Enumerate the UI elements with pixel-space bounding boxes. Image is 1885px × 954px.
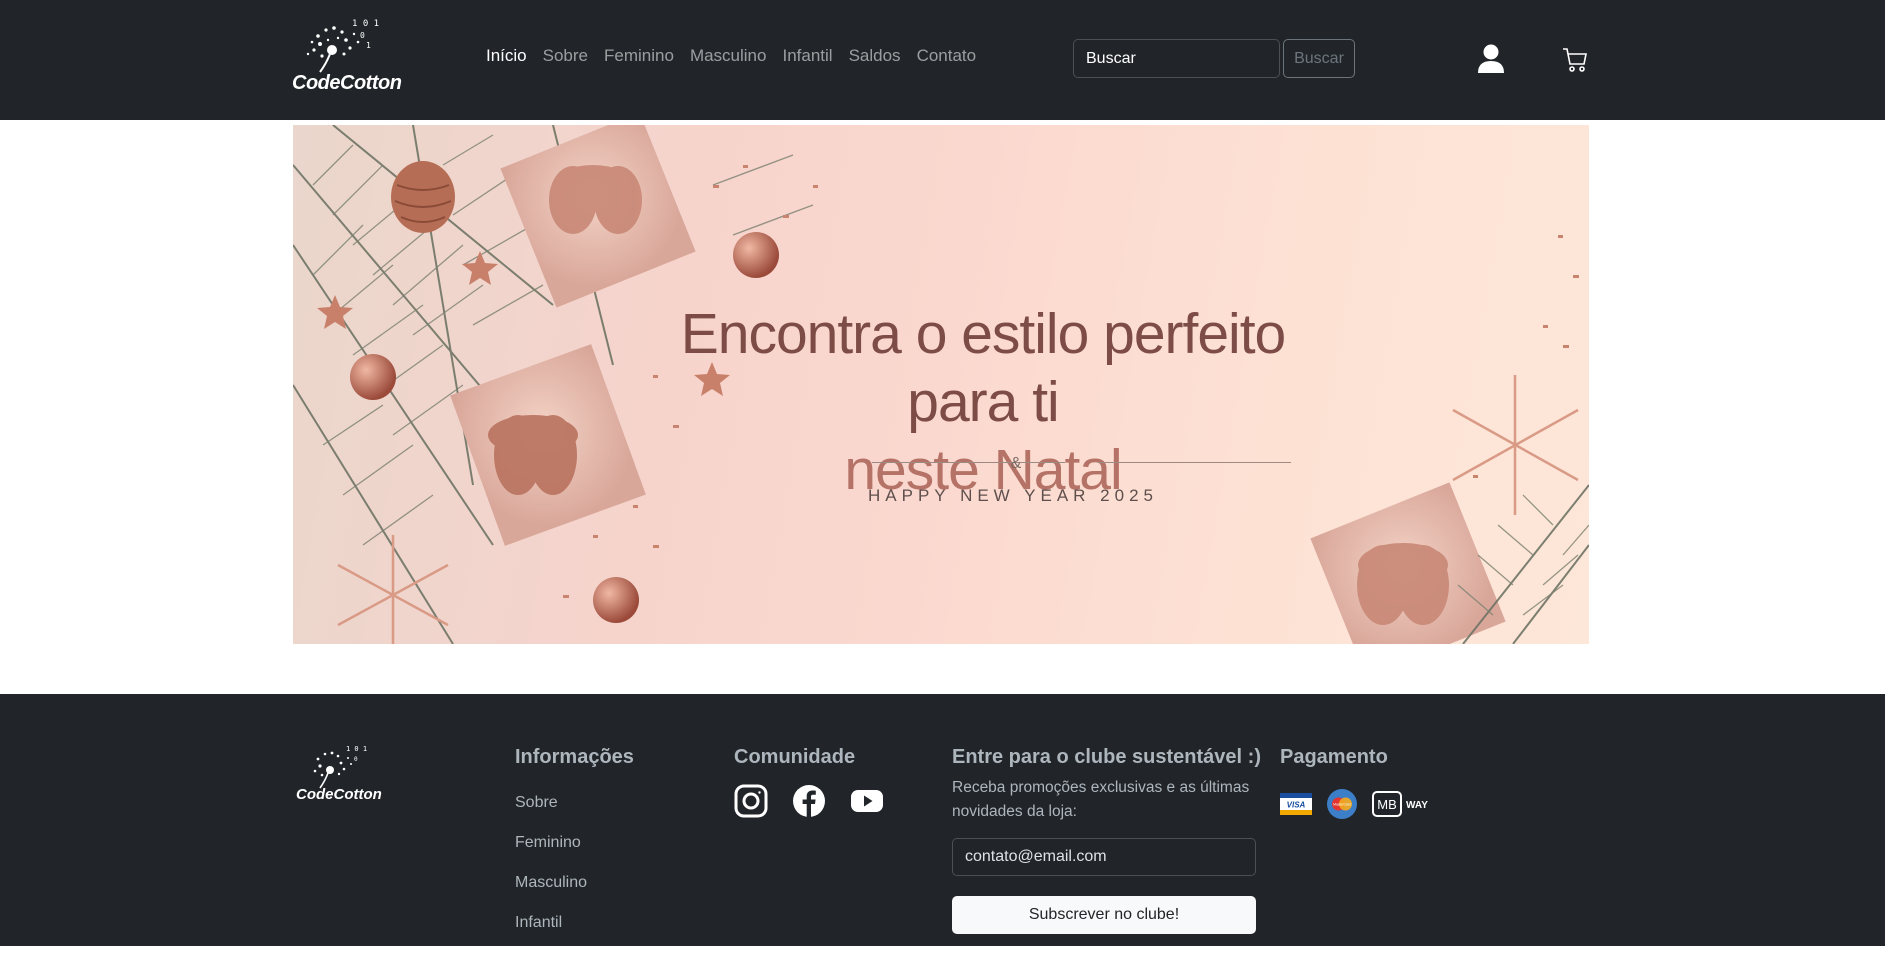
mbway-icon: MB WAY — [1372, 790, 1436, 823]
svg-text:0: 0 — [354, 756, 358, 763]
dandelion-logo-icon: 1 0 1 0 1 — [306, 19, 379, 73]
footer-club-text: Receba promoções exclusivas e as últimas… — [952, 779, 1250, 820]
search-input[interactable]: Buscar — [1073, 39, 1280, 78]
nav-item-masculino[interactable]: Masculino — [682, 46, 775, 66]
newsletter-subscribe-button[interactable]: Subscrever no clube! — [952, 896, 1256, 934]
mastercard-icon: MasterCard — [1326, 788, 1358, 825]
footer-payment-heading: Pagamento — [1280, 746, 1388, 768]
footer-link-feminino[interactable]: Feminino — [515, 834, 587, 874]
hero-subline: HAPPY NEW YEAR 2025 — [868, 486, 1158, 505]
brand-name: CodeCotton — [292, 72, 402, 94]
search-form: Buscar Buscar — [1073, 39, 1355, 78]
navbar: 1 0 1 0 1 CodeCotton Início Sobre Femini… — [0, 0, 1885, 120]
svg-text:0: 0 — [360, 31, 365, 40]
footer-link-infantil[interactable]: Infantil — [515, 914, 587, 954]
nav-item-saldos[interactable]: Saldos — [841, 46, 909, 66]
footer: 1 0 1 0 CodeCotton Informações Sobre Fem… — [0, 694, 1885, 946]
user-icon[interactable] — [1477, 44, 1505, 74]
svg-text:1 0 1: 1 0 1 — [346, 745, 367, 753]
mastercard-label: MasterCard — [1333, 803, 1351, 807]
payment-methods: VISA MasterCard MB WAY — [1280, 788, 1436, 825]
footer-link-masculino[interactable]: Masculino — [515, 874, 587, 914]
nav-item-sobre[interactable]: Sobre — [535, 46, 596, 66]
way-label: WAY — [1406, 800, 1428, 811]
svg-text:1 0 1: 1 0 1 — [352, 19, 379, 29]
hero-headline: Encontra o estilo perfeito para ti neste… — [623, 300, 1343, 504]
nav-item-infantil[interactable]: Infantil — [774, 46, 840, 66]
nav-item-inicio[interactable]: Início — [478, 46, 535, 66]
youtube-icon[interactable] — [850, 784, 884, 818]
visa-icon: VISA — [1280, 793, 1312, 820]
social-links — [734, 784, 884, 818]
facebook-icon[interactable] — [792, 784, 826, 818]
footer-community-heading: Comunidade — [734, 746, 856, 768]
footer-info-heading: Informações — [515, 746, 634, 768]
main-nav: Início Sobre Feminino Masculino Infantil… — [478, 46, 984, 66]
hero-headline-line1: Encontra o estilo perfeito para ti — [680, 302, 1287, 434]
hero-ampersand: & — [1010, 455, 1022, 472]
dandelion-logo-icon: 1 0 1 0 — [313, 745, 367, 789]
cart-icon[interactable] — [1562, 47, 1588, 73]
footer-brand-logo[interactable]: 1 0 1 0 CodeCotton — [296, 742, 386, 812]
instagram-icon[interactable] — [734, 784, 768, 818]
nav-item-contato[interactable]: Contato — [909, 46, 985, 66]
search-button[interactable]: Buscar — [1283, 39, 1355, 78]
hero-divider-right — [1098, 462, 1291, 463]
svg-text:1: 1 — [366, 41, 371, 50]
footer-brand-name: CodeCotton — [296, 786, 382, 803]
brand-logo[interactable]: 1 0 1 0 1 CodeCotton — [292, 14, 402, 100]
visa-label: VISA — [1287, 801, 1306, 810]
hero-banner[interactable]: Encontra o estilo perfeito para ti neste… — [293, 125, 1589, 644]
footer-club-heading: Entre para o clube sustentável :) — [952, 746, 1261, 768]
footer-link-sobre[interactable]: Sobre — [515, 794, 587, 834]
mb-label: MB — [1377, 797, 1397, 812]
nav-item-feminino[interactable]: Feminino — [596, 46, 682, 66]
footer-info-list: Sobre Feminino Masculino Infantil — [515, 794, 587, 954]
newsletter-email-input[interactable]: contato@email.com — [952, 838, 1256, 876]
